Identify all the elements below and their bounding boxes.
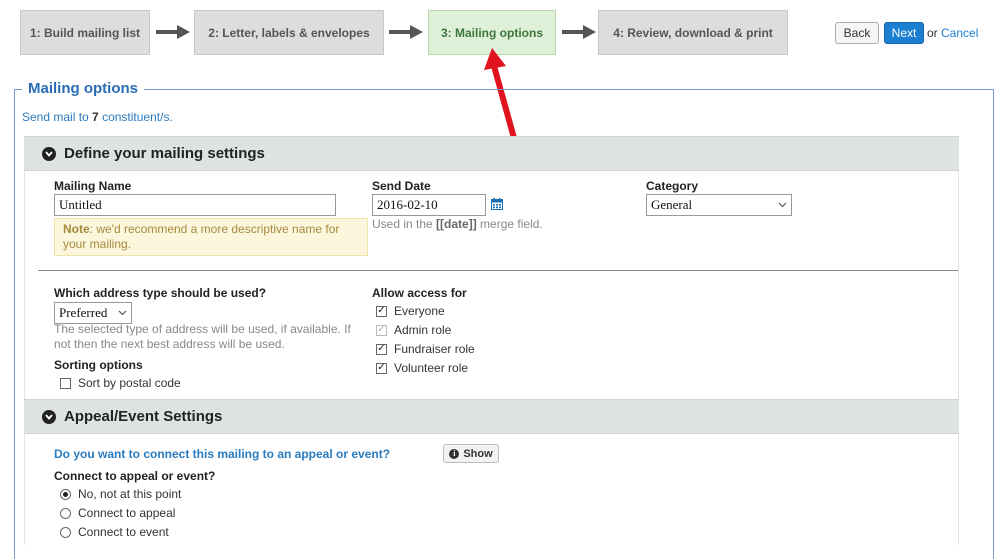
- constituent-count: 7: [92, 110, 99, 124]
- appeal-event-title: Appeal/Event Settings: [64, 408, 223, 425]
- step-label: 4: Review, download & print: [613, 25, 773, 40]
- access-everyone-checkbox[interactable]: ✓: [376, 305, 387, 317]
- appeal-event-header[interactable]: Appeal/Event Settings: [24, 399, 959, 434]
- category-select[interactable]: General: [646, 194, 792, 216]
- address-type-help: The selected type of address will be use…: [54, 322, 351, 351]
- access-fundraiser-checkbox[interactable]: ✓: [376, 343, 387, 355]
- send-mail-summary: Send mail to 7 constituent/s.: [22, 110, 173, 124]
- back-button[interactable]: Back: [835, 22, 879, 44]
- date-merge-field: [[date]]: [436, 217, 477, 231]
- step-label: 1: Build mailing list: [29, 25, 140, 40]
- category-value: General: [651, 197, 693, 212]
- radio-option-label: Connect to event: [78, 525, 169, 539]
- connect-appeal-label: Connect to appeal or event?: [54, 469, 216, 483]
- show-label: Show: [463, 447, 493, 460]
- access-option-label: Volunteer role: [394, 361, 469, 375]
- radio-appeal-row[interactable]: Connect to appeal: [60, 506, 175, 520]
- next-button[interactable]: Next: [884, 22, 924, 44]
- step-label: 2: Letter, labels & envelopes: [208, 25, 370, 40]
- access-option-label: Everyone: [394, 304, 445, 318]
- access-volunteer-checkbox[interactable]: ✓: [376, 362, 387, 374]
- define-settings-title: Define your mailing settings: [64, 145, 265, 162]
- access-admin-row: ✓ Admin role: [376, 323, 451, 337]
- radio-option-label: No, not at this point: [78, 487, 182, 501]
- cancel-link[interactable]: Cancel: [941, 26, 978, 40]
- arrow-right-icon: [562, 25, 596, 39]
- info-circle-icon: i: [449, 448, 460, 459]
- send-date-help-suffix: merge field.: [476, 217, 543, 231]
- send-date-help-prefix: Used in the: [372, 217, 437, 231]
- address-type-value: Preferred: [59, 305, 108, 320]
- step-review-download-print[interactable]: 4: Review, download & print: [598, 10, 788, 55]
- define-settings-header[interactable]: Define your mailing settings: [24, 136, 959, 171]
- sort-postal-checkbox[interactable]: [60, 377, 71, 389]
- or-text: or: [927, 26, 938, 40]
- allow-access-label: Allow access for: [372, 286, 467, 300]
- send-date-help: Used in the [[date]] merge field.: [372, 217, 543, 232]
- mailing-name-input[interactable]: Untitled: [54, 194, 336, 216]
- sort-postal-label: Sort by postal code: [78, 376, 181, 390]
- sort-postal-checkbox-row[interactable]: Sort by postal code: [60, 376, 181, 390]
- access-fundraiser-row[interactable]: ✓ Fundraiser role: [376, 342, 475, 356]
- mailing-name-note: Note: we'd recommend a more descriptive …: [54, 218, 368, 256]
- calendar-icon[interactable]: [491, 198, 503, 210]
- radio-connect-to-event[interactable]: [60, 526, 71, 538]
- arrow-right-icon: [156, 25, 190, 39]
- send-mail-suffix: constituent/s.: [98, 110, 173, 124]
- send-date-input[interactable]: 2016-02-10: [372, 194, 486, 216]
- show-button[interactable]: i Show: [443, 444, 499, 463]
- radio-option-label: Connect to appeal: [78, 506, 176, 520]
- access-volunteer-row[interactable]: ✓ Volunteer role: [376, 361, 468, 375]
- note-prefix: Note: [63, 222, 90, 236]
- mailing-options-legend: Mailing options: [22, 80, 144, 97]
- access-everyone-row[interactable]: ✓ Everyone: [376, 304, 445, 318]
- note-text: : we'd recommend a more descriptive name…: [63, 222, 340, 251]
- access-option-label: Fundraiser role: [394, 342, 475, 356]
- radio-event-row[interactable]: Connect to event: [60, 525, 169, 539]
- send-mail-prefix: Send mail to: [22, 110, 93, 124]
- appeal-question: Do you want to connect this mailing to a…: [54, 447, 391, 461]
- step-build-mailing-list[interactable]: 1: Build mailing list: [20, 10, 150, 55]
- cancel-group: or Cancel: [927, 26, 978, 40]
- radio-connect-to-appeal[interactable]: [60, 507, 71, 519]
- radio-no-row[interactable]: No, not at this point: [60, 487, 181, 501]
- send-date-label: Send Date: [372, 179, 431, 193]
- step-label: 3: Mailing options: [441, 25, 543, 40]
- chevron-down-icon: [118, 310, 127, 316]
- access-admin-checkbox: ✓: [376, 324, 387, 336]
- address-type-label: Which address type should be used?: [54, 286, 267, 300]
- chevron-circle-down-icon: [42, 409, 56, 424]
- access-option-label: Admin role: [394, 323, 452, 337]
- arrow-right-icon: [389, 25, 423, 39]
- step-letter-labels-envelopes[interactable]: 2: Letter, labels & envelopes: [194, 10, 384, 55]
- radio-no-not-at-this-point[interactable]: [60, 488, 71, 500]
- settings-divider: [38, 270, 958, 271]
- sorting-options-label: Sorting options: [54, 358, 143, 372]
- category-label: Category: [646, 179, 699, 193]
- chevron-down-icon: [778, 202, 787, 208]
- mailing-name-label: Mailing Name: [54, 179, 132, 193]
- address-type-select[interactable]: Preferred: [54, 302, 132, 324]
- chevron-circle-down-icon: [42, 146, 56, 161]
